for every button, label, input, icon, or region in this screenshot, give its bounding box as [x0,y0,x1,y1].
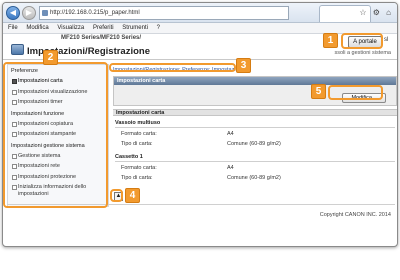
browser-toolbar: ◀ ▶ http://192.168.0.215/p_paper.html ☆ … [3,3,397,23]
highlight-top-button [110,189,123,202]
back-icon[interactable]: ◀ [6,6,20,20]
portal-tail-text: sl [384,37,389,43]
user-info: ssoli a gestioni sistema [334,50,391,56]
page-icon [42,10,48,16]
url-text: http://192.168.0.215/p_paper.html [50,10,140,16]
address-bar[interactable]: http://192.168.0.215/p_paper.html [39,6,289,20]
table-row: Tipo di carta: Comune (60-89 g/m2) [119,175,389,184]
group-title-vassoio-multiuso: Vassoio multiuso [115,120,395,128]
menu-help[interactable]: ? [157,25,160,31]
row-label: Tipo di carta: [121,175,153,181]
row-label: Tipo di carta: [121,141,153,147]
row-value: A4 [227,131,234,137]
menu-strumenti[interactable]: Strumenti [122,25,148,31]
menu-visualizza[interactable]: Visualizza [57,25,84,31]
highlight-portal [341,33,383,49]
model-name: MF210 Series/MF210 Series/ [61,35,142,41]
callout-3: 3 [236,58,251,73]
row-label: Formato carta: [121,131,157,137]
callout-4: 4 [125,188,140,203]
forward-icon[interactable]: ▶ [22,6,36,20]
callout-1: 1 [323,33,338,48]
section-title: Impostazioni carta [113,109,397,116]
highlight-sidebar [3,62,108,208]
callout-5: 5 [311,84,326,99]
highlight-breadcrumb [109,63,236,72]
callout-2: 2 [43,50,58,65]
menu-bar: File Modifica Visualizza Preferiti Strum… [3,23,397,34]
copyright: Copyright CANON INC. 2014 [319,212,391,218]
browser-toolbar-icons[interactable]: ☆ ⚙ ⌂ [359,8,393,17]
table-row: Tipo di carta: Comune (60-89 g/m2) [119,141,389,150]
menu-file[interactable]: File [8,25,18,31]
row-value: Comune (60-89 g/m2) [227,141,281,147]
settings-app-icon [11,44,24,55]
table-row: Formato carta: A4 [119,165,389,174]
highlight-modify [328,85,383,100]
row-value: A4 [227,165,234,171]
menu-preferiti[interactable]: Preferiti [93,25,114,31]
group-title-cassetto-1: Cassetto 1 [115,154,395,162]
menu-modifica[interactable]: Modifica [26,25,48,31]
row-label: Formato carta: [121,165,157,171]
row-value: Comune (60-89 g/m2) [227,175,281,181]
panel-title: Impostazioni carta [114,77,396,85]
table-row: Formato carta: A4 [119,131,389,140]
